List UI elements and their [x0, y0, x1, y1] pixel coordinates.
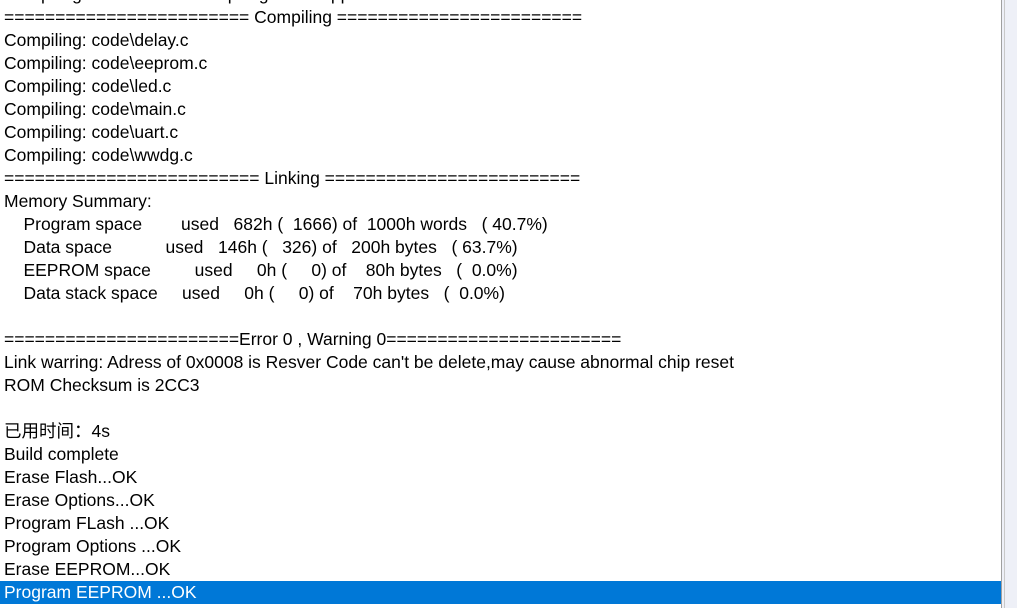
- output-line-compile-led[interactable]: Compiling: code\led.c: [0, 75, 1001, 98]
- output-line-mem-datastack-space[interactable]: Data stack space used 0h ( 0) of 70h byt…: [0, 282, 1001, 305]
- output-line-rom-checksum[interactable]: ROM Checksum is 2CC3: [0, 374, 1001, 397]
- output-line-sep-linking[interactable]: ========================= Linking ======…: [0, 167, 1001, 190]
- output-line-compile-delay[interactable]: Compiling: code\delay.c: [0, 29, 1001, 52]
- output-scroll-content: Compiling: code\adc.c Compiling: code\ap…: [0, 0, 1001, 604]
- output-line-build-complete[interactable]: Build complete: [0, 443, 1001, 466]
- output-line-mem-data-space[interactable]: Data space used 146h ( 326) of 200h byte…: [0, 236, 1001, 259]
- output-line-sep-error-warning[interactable]: =======================Error 0 , Warning…: [0, 328, 1001, 351]
- vertical-scrollbar[interactable]: [1005, 0, 1017, 608]
- output-text-area[interactable]: Compiling: code\adc.c Compiling: code\ap…: [0, 0, 1001, 608]
- output-line-link-warning[interactable]: Link warring: Adress of 0x0008 is Resver…: [0, 351, 1001, 374]
- output-line-program-flash[interactable]: Program FLash ...OK: [0, 512, 1001, 535]
- output-line-memory-summary[interactable]: Memory Summary:: [0, 190, 1001, 213]
- output-line-sep-compiling[interactable]: ======================== Compiling =====…: [0, 6, 1001, 29]
- output-line-compile-uart[interactable]: Compiling: code\uart.c: [0, 121, 1001, 144]
- output-line-erase-eeprom[interactable]: Erase EEPROM...OK: [0, 558, 1001, 581]
- output-line-compile-main[interactable]: Compiling: code\main.c: [0, 98, 1001, 121]
- output-line-program-eeprom[interactable]: Program EEPROM ...OK: [0, 581, 1001, 604]
- output-line-blank-2[interactable]: [0, 397, 1001, 420]
- output-area-right-border: [1001, 0, 1002, 608]
- output-line-program-options[interactable]: Program Options ...OK: [0, 535, 1001, 558]
- output-line-erase-options[interactable]: Erase Options...OK: [0, 489, 1001, 512]
- output-line-blank-1[interactable]: [0, 305, 1001, 328]
- output-line-erase-flash[interactable]: Erase Flash...OK: [0, 466, 1001, 489]
- output-line-compile-wwdg[interactable]: Compiling: code\wwdg.c: [0, 144, 1001, 167]
- output-line-mem-eeprom-space[interactable]: EEPROM space used 0h ( 0) of 80h bytes (…: [0, 259, 1001, 282]
- output-line-mem-program-space[interactable]: Program space used 682h ( 1666) of 1000h…: [0, 213, 1001, 236]
- output-line-compile-eeprom[interactable]: Compiling: code\eeprom.c: [0, 52, 1001, 75]
- build-output-console: Compiling: code\adc.c Compiling: code\ap…: [0, 0, 1017, 608]
- output-line-elapsed-time[interactable]: 已用时间：4s: [0, 420, 1001, 443]
